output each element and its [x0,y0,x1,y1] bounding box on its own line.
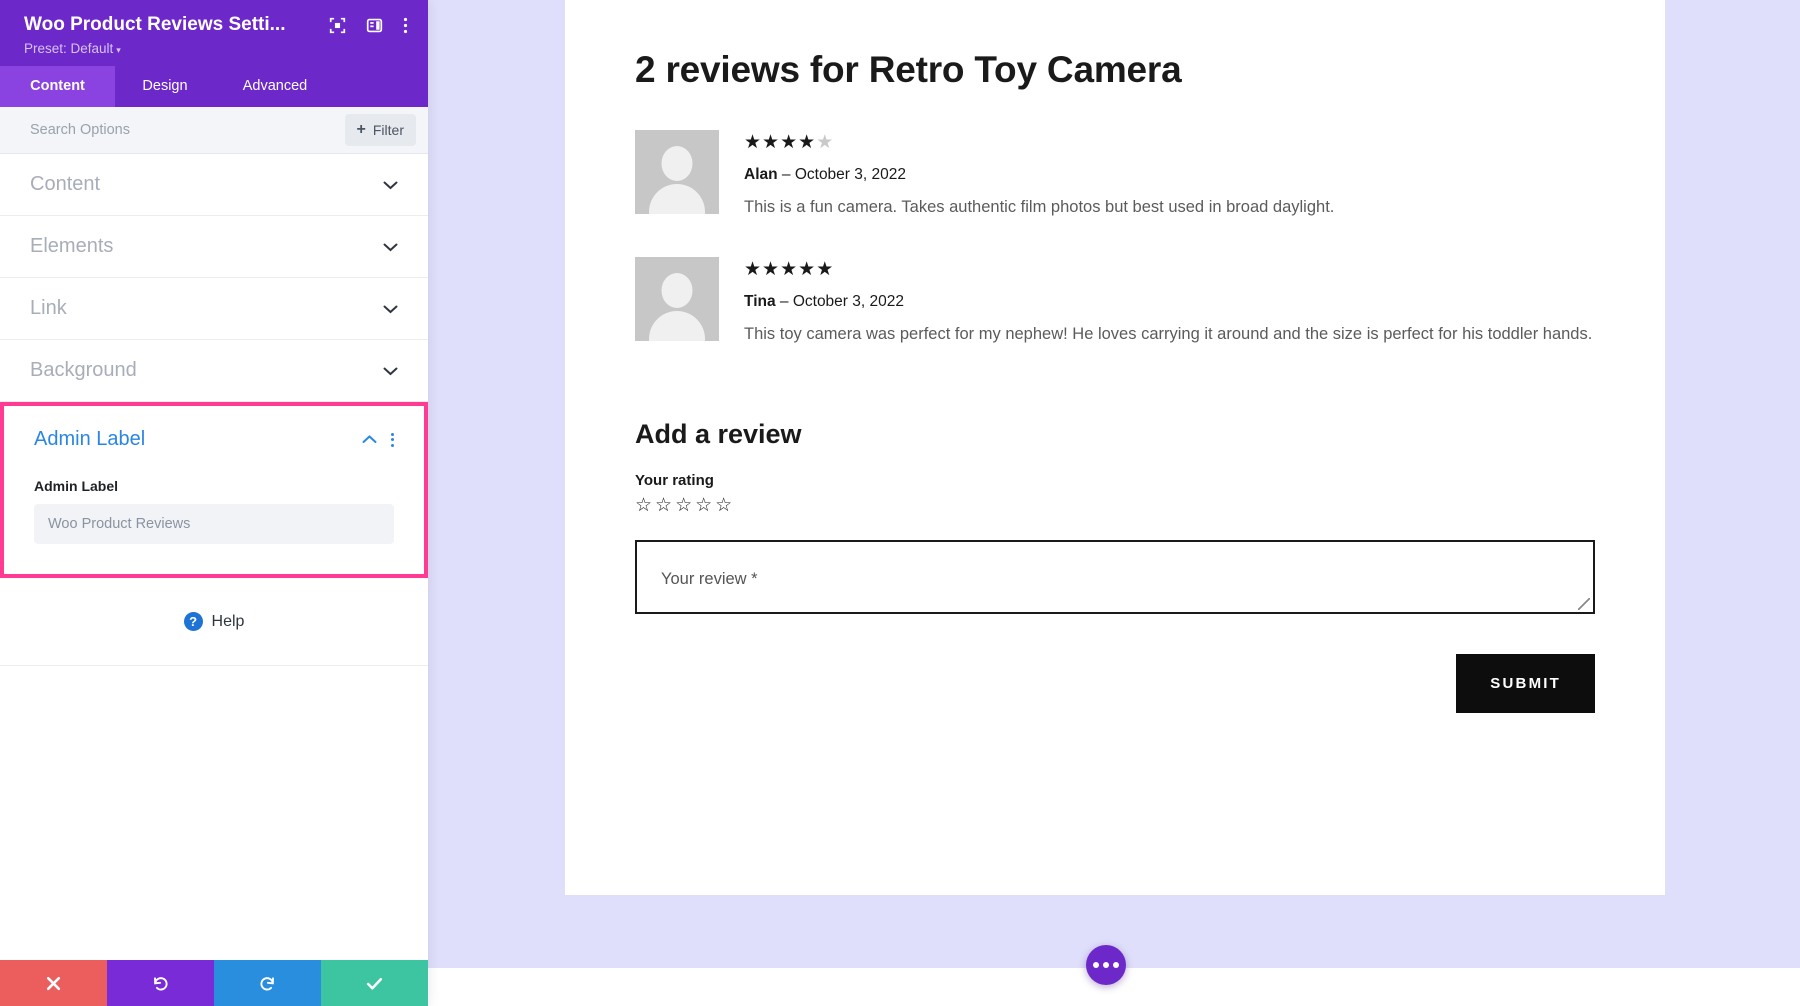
module-settings-panel: Woo Product Reviews Setti... [0,0,428,1006]
chevron-up-icon[interactable] [362,432,377,447]
submit-row: SUBMIT [635,654,1595,713]
layout-panel-icon[interactable] [366,17,383,34]
resize-grip-icon[interactable] [1578,598,1590,610]
cancel-button[interactable] [0,960,107,1006]
chevron-down-icon [383,178,398,192]
panel-tabs: Content Design Advanced [0,66,428,107]
section-label: Link [30,297,67,320]
search-options-bar: + Filter [0,107,428,154]
admin-label-input[interactable] [34,504,394,544]
section-admin-label: Admin Label Admin Label [0,402,428,578]
tab-content[interactable]: Content [0,66,115,107]
dot-icon [1103,962,1109,968]
panel-title: Woo Product Reviews Setti... [24,14,319,36]
focus-target-icon[interactable] [329,17,346,34]
review-separator: – [778,166,795,183]
review-textarea-placeholder: Your review * [661,570,758,589]
review-date: October 3, 2022 [795,166,906,183]
review-author: Alan [744,166,778,183]
review-author: Tina [744,293,776,310]
page-title: 2 reviews for Retro Toy Camera [635,48,1595,92]
filter-button-label: Filter [373,122,404,138]
more-options-fab[interactable] [1086,945,1126,985]
product-reviews-card: 2 reviews for Retro Toy Camera ★★★★★ Ala… [565,0,1665,895]
submit-button[interactable]: SUBMIT [1456,654,1595,713]
tab-advanced[interactable]: Advanced [215,66,335,107]
dot-icon [1113,962,1119,968]
chevron-down-icon: ▾ [116,45,121,55]
help-label: Help [212,613,245,631]
chevron-down-icon [383,364,398,378]
review-rating-stars: ★★★★★ [744,260,1595,281]
chevron-down-icon [383,240,398,254]
review-author-date: Tina – October 3, 2022 [744,293,1595,311]
avatar [635,257,719,341]
admin-label-field-label: Admin Label [34,478,394,494]
tab-design[interactable]: Design [115,66,215,107]
review-text: This toy camera was perfect for my nephe… [744,322,1595,348]
section-content[interactable]: Content [0,154,428,216]
add-review-title: Add a review [635,419,1595,450]
review-text: This is a fun camera. Takes authentic fi… [744,195,1595,221]
review-date: October 3, 2022 [793,293,904,310]
review-item: ★★★★★ Alan – October 3, 2022 This is a f… [635,130,1595,220]
avatar [635,130,719,214]
search-input[interactable] [30,122,345,138]
section-label: Elements [30,235,113,258]
review-separator: – [776,293,793,310]
panel-spacer [0,666,428,960]
help-link[interactable]: ? Help [0,578,428,666]
save-button[interactable] [321,960,428,1006]
app-root: 2 reviews for Retro Toy Camera ★★★★★ Ala… [0,0,1800,1006]
section-label: Background [30,359,137,382]
preset-selector[interactable]: Preset: Default▾ [24,41,408,56]
redo-button[interactable] [214,960,321,1006]
rating-input-stars[interactable]: ☆☆☆☆☆ [635,495,1595,518]
undo-button[interactable] [107,960,214,1006]
panel-footer [0,960,428,1006]
more-vertical-icon[interactable] [403,17,408,34]
section-elements[interactable]: Elements [0,216,428,278]
review-textarea[interactable]: Your review * [635,540,1595,614]
your-rating-label: Your rating [635,472,1595,489]
review-item: ★★★★★ Tina – October 3, 2022 This toy ca… [635,257,1595,347]
section-more-vertical-icon[interactable] [391,433,394,447]
help-icon: ? [184,612,203,631]
panel-header: Woo Product Reviews Setti... [0,0,428,66]
review-author-date: Alan – October 3, 2022 [744,166,1595,184]
admin-label-section-title[interactable]: Admin Label [34,428,362,451]
filter-button[interactable]: + Filter [345,114,416,146]
section-label: Content [30,173,100,196]
section-background[interactable]: Background [0,340,428,402]
preset-label: Preset: Default [24,41,113,56]
review-rating-stars: ★★★★★ [744,133,1595,154]
plus-icon: + [357,121,366,139]
chevron-down-icon [383,302,398,316]
dot-icon [1093,962,1099,968]
section-link[interactable]: Link [0,278,428,340]
